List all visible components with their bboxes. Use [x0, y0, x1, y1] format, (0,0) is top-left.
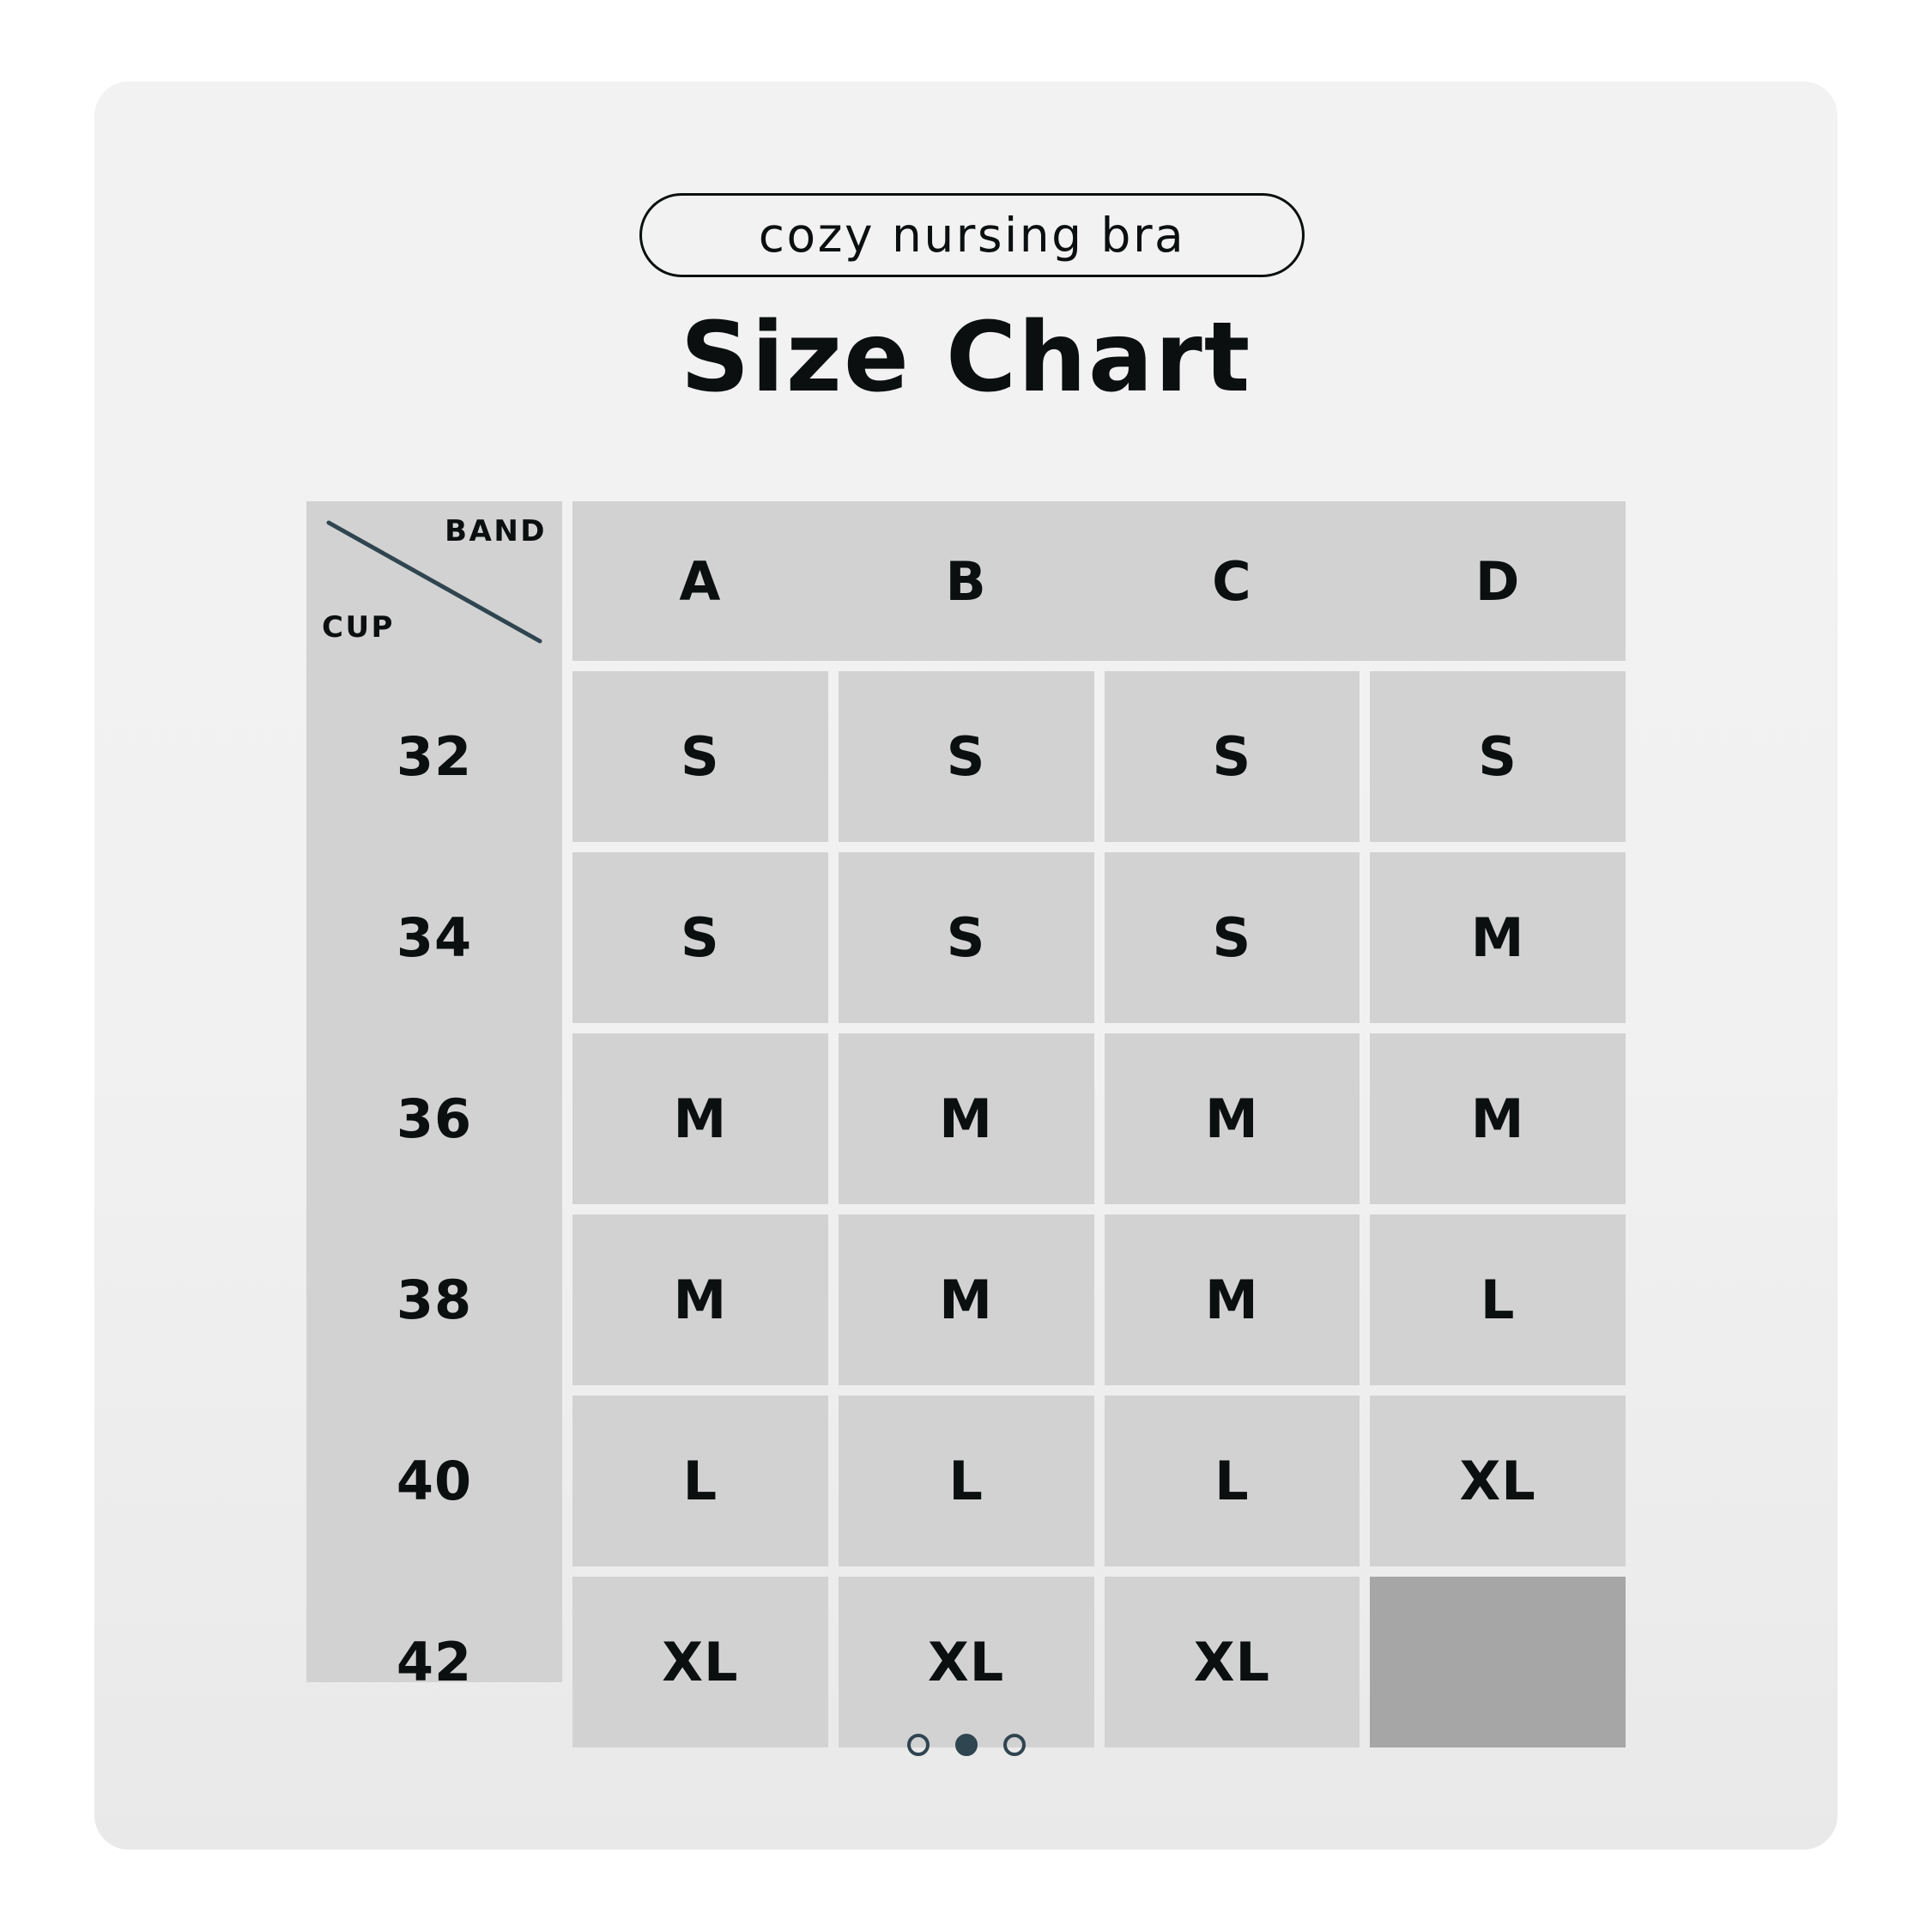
row-header-38: 38 [396, 1269, 473, 1331]
size-cell: S [1370, 671, 1626, 842]
size-cell: M [838, 1033, 1094, 1204]
row-header-36: 36 [396, 1087, 473, 1150]
pagination-dot-3[interactable] [1002, 1734, 1026, 1756]
size-cell: S [838, 852, 1094, 1023]
size-chart-card: cozy nursing bra Size Chart BAND CUP A B… [94, 82, 1838, 1850]
size-cell: S [572, 852, 828, 1023]
column-header-d: D [1475, 549, 1521, 613]
corner-band-label: BAND [445, 514, 547, 548]
size-cell-unavailable [1370, 1577, 1626, 1747]
size-cell: M [838, 1214, 1094, 1385]
size-cell: L [838, 1396, 1094, 1566]
row-header-32: 32 [396, 725, 473, 788]
row-header-40: 40 [396, 1450, 473, 1512]
column-header-b: B [945, 549, 987, 613]
pagination-dot-2[interactable] [954, 1734, 978, 1756]
size-cell: S [838, 671, 1094, 842]
size-cell: M [572, 1214, 828, 1385]
pagination-dots [94, 1734, 1838, 1756]
size-cell: M [572, 1033, 828, 1204]
column-header-a: A [679, 549, 722, 613]
size-cell: L [1104, 1396, 1360, 1566]
size-cell: M [1104, 1214, 1360, 1385]
row-header-42: 42 [396, 1631, 473, 1693]
corner-cup-label: CUP [322, 610, 395, 645]
product-badge: cozy nursing bra [639, 193, 1305, 277]
size-cell: XL [1104, 1577, 1360, 1747]
size-cell: M [1370, 852, 1626, 1023]
size-cell: S [572, 671, 828, 842]
size-cell: XL [572, 1577, 828, 1747]
product-badge-label: cozy nursing bra [758, 207, 1186, 263]
size-cell: S [1104, 852, 1360, 1023]
size-cell: L [1370, 1214, 1626, 1385]
size-chart-table: BAND CUP A B C D 32 34 36 38 40 42 S S S… [306, 501, 1626, 1747]
corner-header-cell: BAND CUP [306, 501, 562, 661]
size-cell: L [572, 1396, 828, 1566]
row-header-34: 34 [396, 906, 473, 969]
size-cell: XL [838, 1577, 1094, 1747]
page-title: Size Chart [680, 302, 1252, 414]
size-cell: XL [1370, 1396, 1626, 1566]
column-header-c: C [1212, 549, 1252, 613]
pagination-dot-1[interactable] [906, 1734, 930, 1756]
size-cell: S [1104, 671, 1360, 842]
size-cell: M [1370, 1033, 1626, 1204]
size-cell: M [1104, 1033, 1360, 1204]
